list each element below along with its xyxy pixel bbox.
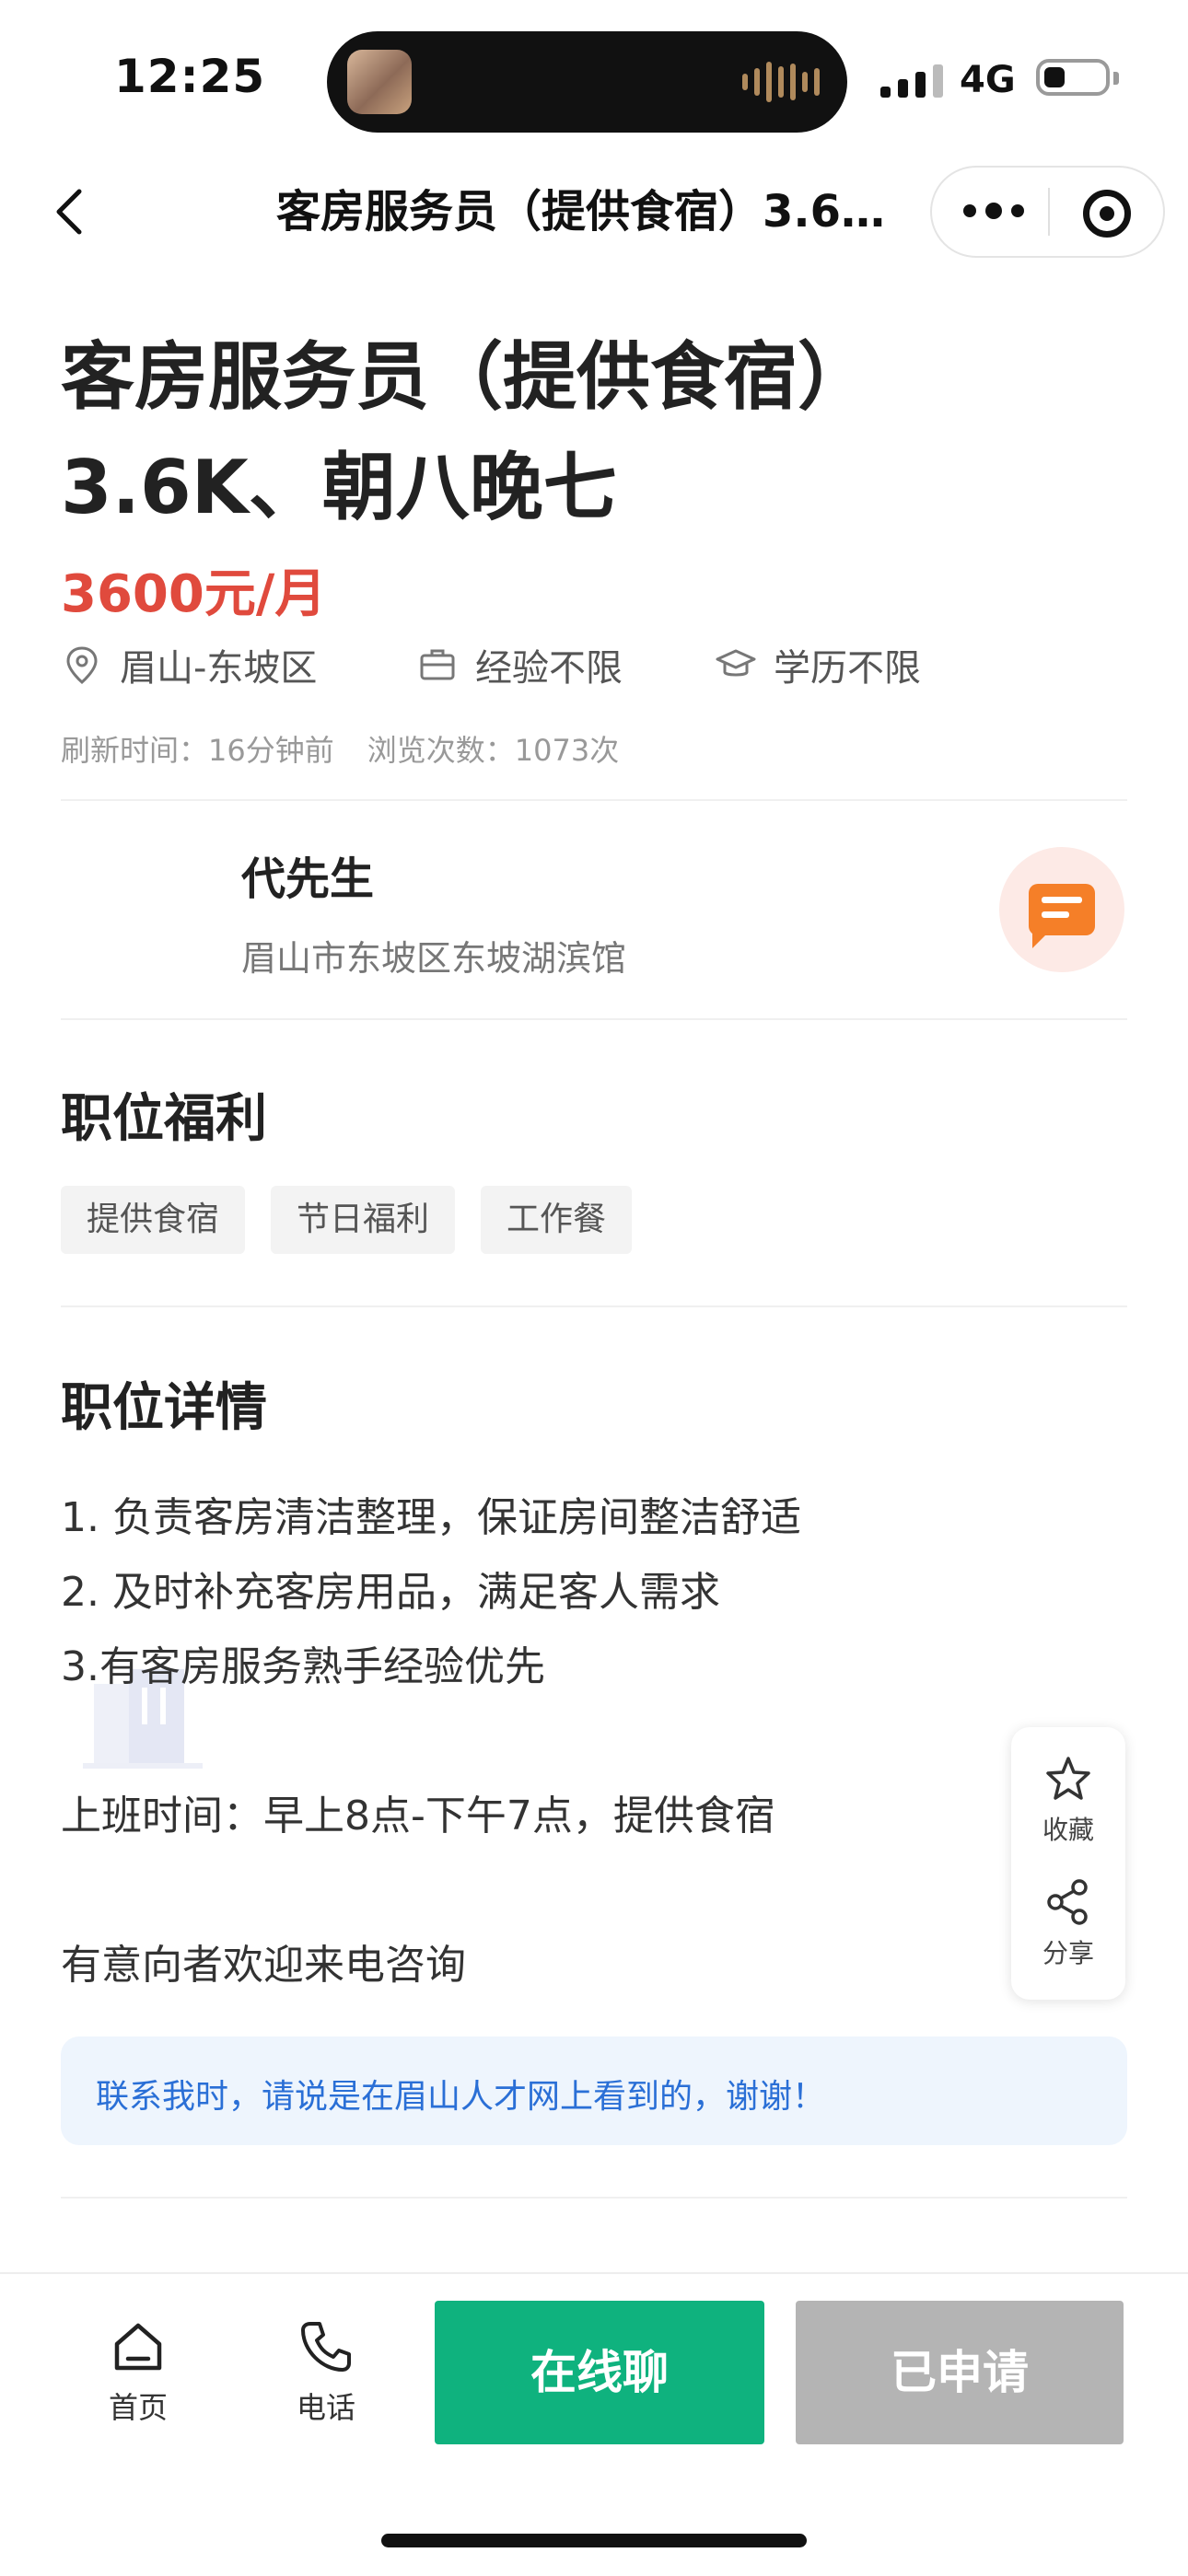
- benefit-tag: 提供食宿: [61, 1186, 246, 1254]
- favorite-button[interactable]: 收藏: [1011, 1753, 1125, 1847]
- location-pin-icon: [66, 646, 98, 684]
- chat-online-button[interactable]: 在线聊: [435, 2301, 764, 2444]
- more-button[interactable]: [963, 203, 1024, 219]
- mini-program-capsule: [930, 166, 1165, 258]
- graduation-cap-icon: [716, 649, 756, 677]
- nav-title: 客房服务员（提供食宿）3.6K…: [276, 186, 912, 238]
- location-text: 眉山-东坡区: [120, 647, 318, 690]
- contact-notice: 联系我时，请说是在眉山人才网上看到的，谢谢！: [61, 2036, 1127, 2145]
- details-heading: 职位详情: [61, 1378, 267, 1438]
- message-employer-button[interactable]: [999, 847, 1124, 972]
- phone-icon: [301, 2322, 351, 2372]
- side-toolbar: 收藏 分享: [1011, 1727, 1125, 2000]
- close-miniprogram-button[interactable]: [1083, 190, 1131, 238]
- now-playing-artwork: [347, 50, 412, 114]
- home-indicator: [381, 2534, 807, 2547]
- home-button[interactable]: 首页: [78, 2318, 198, 2427]
- home-icon: [114, 2323, 162, 2371]
- applied-button[interactable]: 已申请: [796, 2301, 1124, 2444]
- education-text: 学历不限: [774, 647, 921, 690]
- view-count: 1073次: [514, 733, 620, 768]
- phone-button[interactable]: 电话: [266, 2318, 386, 2427]
- job-location: 眉山-东坡区: [61, 639, 317, 690]
- job-stats: 刷新时间：16分钟前 浏览次数：1073次: [61, 733, 620, 768]
- detail-line: 1. 负责客房清洁整理，保证房间整洁舒适: [61, 1494, 801, 1541]
- experience-text: 经验不限: [475, 647, 623, 690]
- star-icon: [1046, 1757, 1090, 1800]
- battery-icon: [1036, 59, 1119, 96]
- divider: [61, 799, 1127, 801]
- divider: [61, 2197, 1127, 2199]
- benefits-heading: 职位福利: [61, 1089, 267, 1149]
- employer-name: 代先生: [241, 853, 375, 905]
- benefit-tag: 节日福利: [271, 1186, 456, 1254]
- audio-wave-icon: [742, 61, 820, 103]
- share-icon: [1047, 1879, 1088, 1925]
- dynamic-island: [327, 31, 847, 133]
- signal-icon: [880, 64, 943, 98]
- chat-bubble-icon: [1029, 884, 1095, 948]
- work-hours-line: 上班时间：早上8点-下午7点，提供食宿: [61, 1793, 775, 1839]
- benefit-tag: 工作餐: [481, 1186, 633, 1254]
- salary: 3600元/月: [61, 564, 327, 624]
- detail-line: 2. 及时补充客房用品，满足客人需求: [61, 1569, 720, 1616]
- employer-address: 眉山市东坡区东坡湖滨馆: [241, 938, 627, 979]
- back-button[interactable]: [44, 184, 99, 239]
- share-button[interactable]: 分享: [1011, 1876, 1125, 1970]
- job-experience: 经验不限: [416, 639, 623, 690]
- network-type: 4G: [960, 59, 1016, 101]
- chevron-left-icon: [56, 189, 82, 235]
- job-title: 客房服务员（提供食宿）3.6K、朝八晚七: [61, 334, 871, 530]
- notice-text: 联系我时，请说是在眉山人才网上看到的，谢谢！: [96, 2078, 826, 2116]
- briefcase-icon: [420, 649, 455, 680]
- detail-line: 3.有客房服务熟手经验优先: [61, 1643, 545, 1690]
- status-time: 12:25: [114, 50, 266, 103]
- benefit-tags: 提供食宿 节日福利 工作餐: [61, 1186, 633, 1254]
- divider: [61, 1018, 1127, 1020]
- refresh-time: 16分钟前: [208, 733, 334, 768]
- divider: [61, 1305, 1127, 1307]
- job-education: 学历不限: [715, 639, 921, 690]
- contact-invite-line: 有意向者欢迎来电咨询: [61, 1942, 466, 1989]
